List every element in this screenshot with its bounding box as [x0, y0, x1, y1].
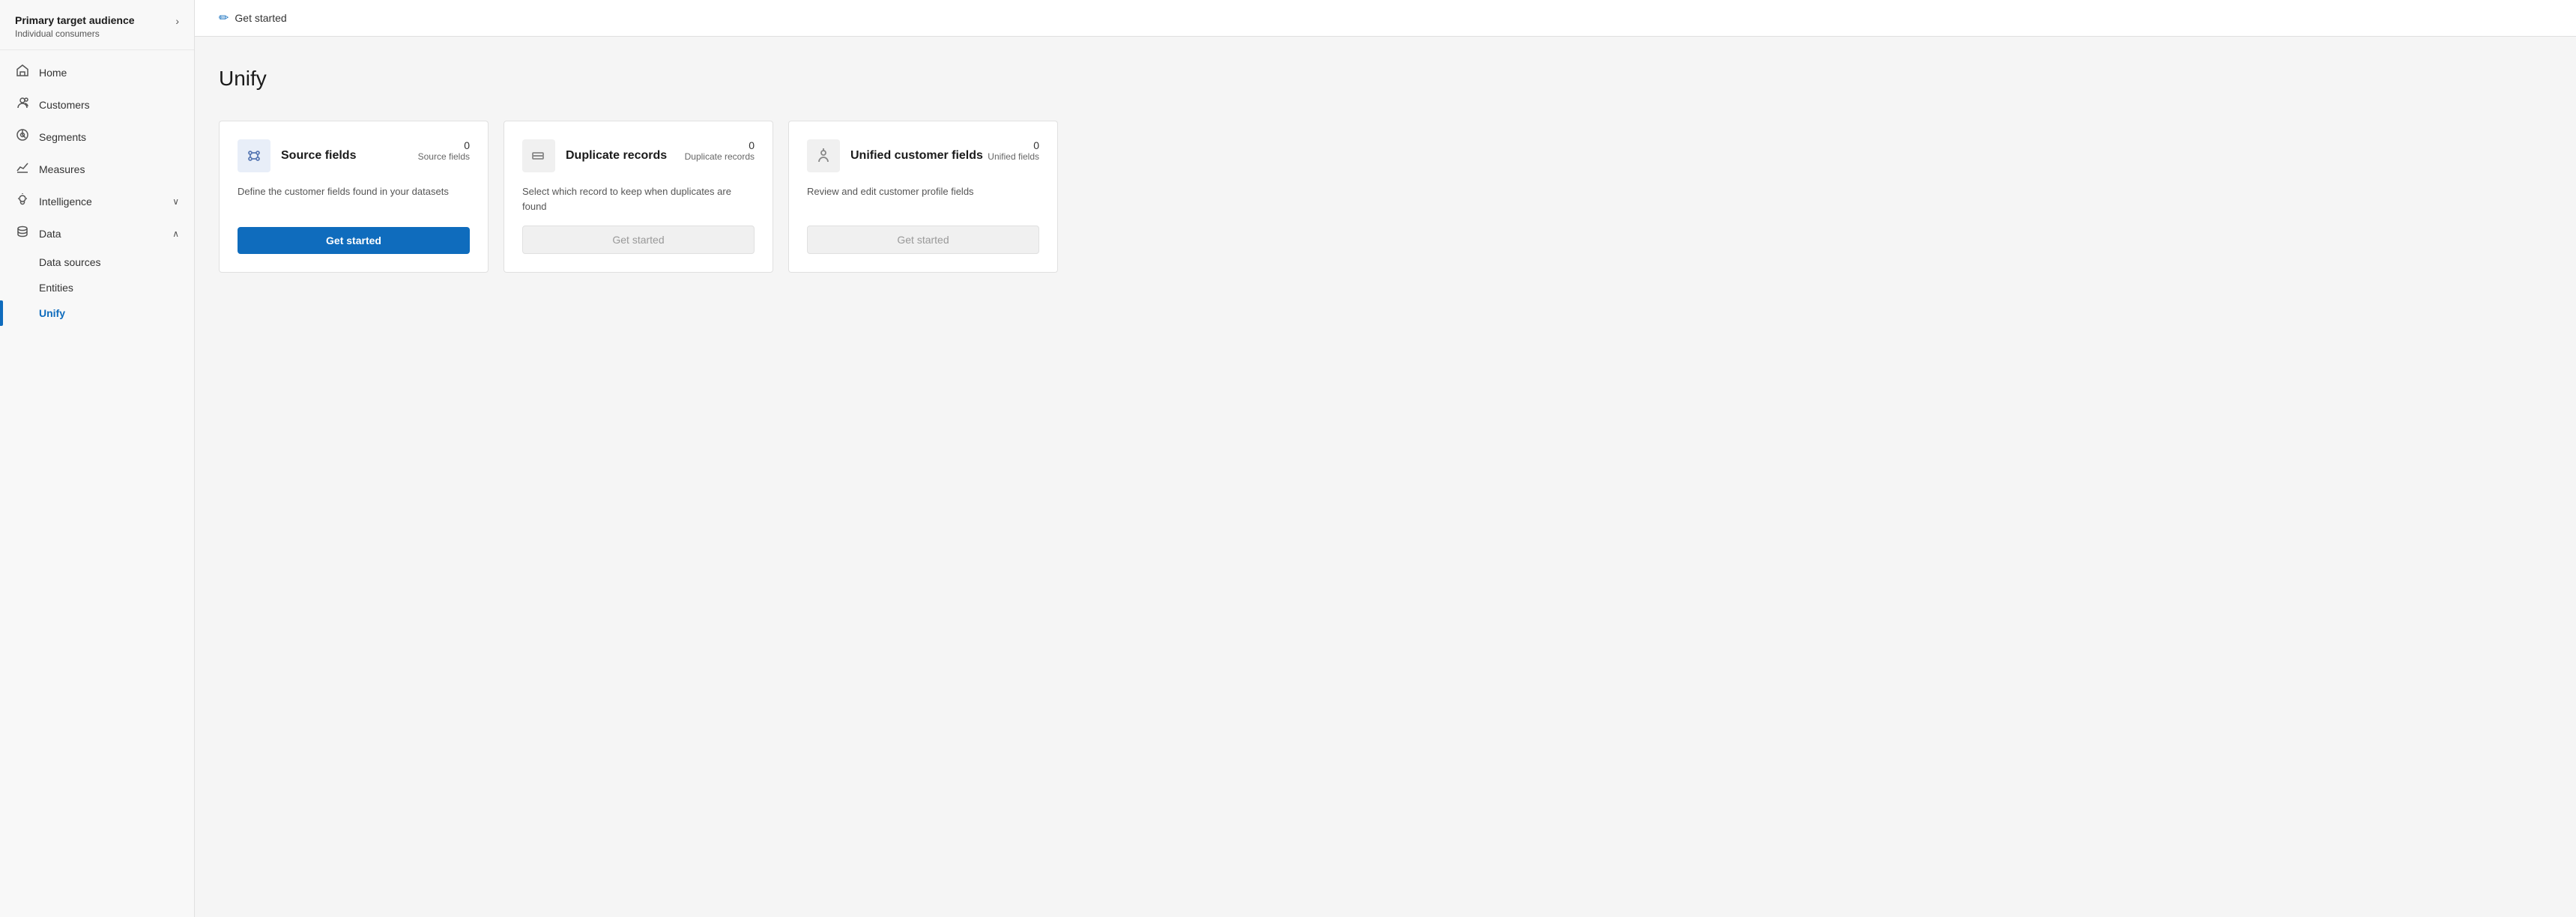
sidebar-item-data[interactable]: Data ∧ — [0, 217, 194, 249]
sidebar-item-label-segments: Segments — [39, 131, 179, 143]
card-count-source-fields: 0 — [418, 139, 470, 151]
sidebar-item-segments[interactable]: Segments — [0, 121, 194, 153]
main-content: Unify Source fields0Source fieldsDefine … — [195, 37, 2576, 917]
chevron-right-icon: › — [175, 15, 179, 27]
card-icon-duplicate-records — [522, 139, 555, 172]
card-header-left-duplicate-records: Duplicate records — [522, 139, 667, 172]
sidebar-sub-item-data-sources[interactable]: Data sources — [0, 249, 194, 275]
sidebar-sub-item-unify[interactable]: Unify — [0, 300, 194, 326]
sidebar-item-label-measures: Measures — [39, 163, 179, 175]
card-header-unified-customer-fields: Unified customer fields 0Unified fields — [807, 139, 1039, 172]
card-icon-source-fields — [238, 139, 270, 172]
card-footer-source-fields: Get started — [238, 227, 470, 254]
card-header-left-unified-customer-fields: Unified customer fields — [807, 139, 983, 172]
chevron-intelligence-icon: ∨ — [172, 196, 179, 207]
card-icon-unified-customer-fields — [807, 139, 840, 172]
card-count-label-source-fields: Source fields — [418, 151, 470, 162]
card-unified-customer-fields: Unified customer fields 0Unified fields Re… — [788, 121, 1058, 273]
main-header: ✏ Get started — [195, 0, 2576, 37]
sidebar-sub-item-entities[interactable]: Entities — [0, 275, 194, 300]
sidebar-header-text: Primary target audience Individual consu… — [15, 13, 135, 39]
intelligence-icon — [15, 193, 30, 210]
main-content-area: ✏ Get started Unify Source fields0Source… — [195, 0, 2576, 917]
card-header-duplicate-records: Duplicate records0Duplicate records — [522, 139, 755, 172]
sidebar-header-subtitle: Individual consumers — [15, 28, 135, 39]
page-title: Unify — [219, 67, 2552, 91]
card-header-source-fields: Source fields0Source fields — [238, 139, 470, 172]
measures-icon — [15, 160, 30, 178]
sidebar-item-label-customers: Customers — [39, 99, 179, 111]
card-count-label-unified-customer-fields: Unified fields — [988, 151, 1039, 162]
card-duplicate-records: Duplicate records0Duplicate recordsSelec… — [504, 121, 773, 273]
card-button-source-fields[interactable]: Get started — [238, 227, 470, 254]
sidebar-item-label-intelligence: Intelligence — [39, 196, 163, 208]
segments-icon — [15, 128, 30, 145]
card-count-duplicate-records: 0 — [685, 139, 755, 151]
chevron-data-icon: ∧ — [172, 229, 179, 239]
breadcrumb-title: Get started — [235, 12, 286, 24]
sidebar-header-title: Primary target audience — [15, 13, 135, 27]
card-source-fields: Source fields0Source fieldsDefine the cu… — [219, 121, 489, 273]
card-title-source-fields: Source fields — [281, 149, 356, 163]
sidebar-item-measures[interactable]: Measures — [0, 153, 194, 185]
card-header-left-source-fields: Source fields — [238, 139, 356, 172]
card-count-box-unified-customer-fields: 0Unified fields — [988, 139, 1039, 162]
card-description-unified-customer-fields: Review and edit customer profile fields — [807, 184, 1039, 199]
home-icon — [15, 64, 30, 81]
card-count-box-duplicate-records: 0Duplicate records — [685, 139, 755, 162]
cards-row: Source fields0Source fieldsDefine the cu… — [219, 121, 2552, 273]
card-button-unified-customer-fields: Get started — [807, 226, 1039, 254]
sidebar-header[interactable]: Primary target audience Individual consu… — [0, 0, 194, 50]
sidebar-item-label-home: Home — [39, 67, 179, 79]
card-title-duplicate-records: Duplicate records — [566, 149, 667, 163]
sidebar-item-label-data: Data — [39, 228, 163, 240]
sidebar: Primary target audience Individual consu… — [0, 0, 195, 917]
card-footer-duplicate-records: Get started — [522, 226, 755, 254]
edit-icon: ✏ — [219, 10, 229, 25]
card-count-label-duplicate-records: Duplicate records — [685, 151, 755, 162]
card-button-duplicate-records: Get started — [522, 226, 755, 254]
card-footer-unified-customer-fields: Get started — [807, 226, 1039, 254]
sidebar-nav: Home Customers Segments Measures Intelli… — [0, 50, 194, 917]
sidebar-item-customers[interactable]: Customers — [0, 88, 194, 121]
sidebar-item-intelligence[interactable]: Intelligence ∨ — [0, 185, 194, 217]
sidebar-item-home[interactable]: Home — [0, 56, 194, 88]
card-count-box-source-fields: 0Source fields — [418, 139, 470, 162]
card-description-source-fields: Define the customer fields found in your… — [238, 184, 470, 199]
customers-icon — [15, 96, 30, 113]
card-description-duplicate-records: Select which record to keep when duplica… — [522, 184, 755, 214]
data-icon — [15, 225, 30, 242]
card-count-unified-customer-fields: 0 — [988, 139, 1039, 151]
card-title-unified-customer-fields: Unified customer fields — [850, 149, 983, 163]
